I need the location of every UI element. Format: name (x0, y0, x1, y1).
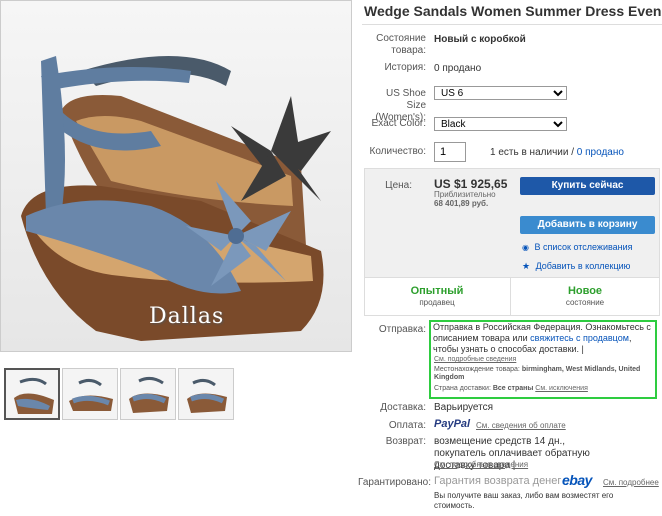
ebay-logo: ebay (562, 472, 592, 488)
payment-details-link[interactable]: См. сведения об оплате (476, 421, 566, 430)
paypal-logo: PayPal (434, 418, 471, 430)
payment-label: Оплата: (388, 420, 426, 431)
size-select[interactable]: US 6 (434, 86, 567, 100)
guarantee-label: Гарантировано: (358, 477, 431, 488)
condition-sub: состояние (565, 298, 605, 307)
sold-count-link[interactable]: 0 продано (577, 147, 624, 158)
ships-to: Страна доставки: Все страны См. исключен… (434, 385, 588, 392)
add-to-cart-button[interactable]: Добавить в корзину (520, 216, 655, 234)
collection-link[interactable]: ★ Добавить в коллекцию (522, 261, 630, 272)
contact-seller-link[interactable]: свяжитесь с продавцом (530, 333, 629, 343)
product-title: Wedge Sandals Women Summer Dress Evening (364, 3, 662, 19)
delivery-label: Доставка: (380, 402, 426, 413)
approx-label: Приблизительно (434, 190, 496, 199)
exclusions-link[interactable]: См. исключения (535, 385, 588, 392)
price-label: Цена: (385, 180, 412, 191)
history-label: История: (384, 62, 426, 73)
thumbnail-4[interactable] (178, 368, 234, 420)
returns-details-link[interactable]: См. подробные сведения (434, 460, 528, 469)
condition-value: Новый с коробкой (434, 34, 526, 45)
main-product-image[interactable]: Dallas (0, 0, 352, 352)
eye-icon: ◉ (522, 243, 529, 252)
history-sold-link[interactable]: 0 продано (434, 63, 481, 74)
sandals-photo (1, 1, 351, 351)
star-icon: ★ (522, 261, 531, 271)
availability-text: 1 есть в наличии / 0 продано (490, 147, 624, 158)
quantity-label: Количество: (369, 146, 426, 157)
price-amount: US $1 925,65 (434, 177, 508, 191)
item-location: Местонахождение товара: birmingham, West… (434, 366, 641, 381)
approx-value: 68 401,89 руб. (434, 199, 489, 208)
title-divider (362, 24, 662, 25)
seller-title: Опытный (410, 285, 464, 297)
returns-label: Возврат: (385, 436, 426, 447)
guarantee-note: Вы получите ваш заказ, либо вам возместя… (434, 491, 614, 510)
shipping-details-link[interactable]: См. подробные сведения (434, 356, 516, 363)
quantity-input[interactable] (434, 142, 466, 162)
delivery-value: Варьируется (434, 402, 494, 413)
color-select[interactable]: Black (434, 117, 567, 131)
money-back-text: Гарантия возврата денег (434, 475, 562, 487)
buy-now-button[interactable]: Купить сейчас (520, 177, 655, 195)
watermark-text: Dallas (149, 304, 225, 329)
shipping-text: Отправка в Российская Федерация. Ознаком… (433, 322, 651, 354)
condition-label: Состояние товара: (376, 33, 426, 56)
thumbnail-3[interactable] (120, 368, 176, 420)
thumbnail-1[interactable] (4, 368, 60, 420)
watch-link[interactable]: ◉ В список отслеживания (522, 242, 633, 252)
condition-title: Новое (567, 285, 603, 297)
thumbnail-2[interactable] (62, 368, 118, 420)
color-label: Exact Color: (371, 118, 426, 129)
seller-sub: продавец (419, 298, 455, 307)
shipping-label: Отправка: (378, 324, 426, 335)
guarantee-details-link[interactable]: См. подробнее (603, 478, 659, 487)
